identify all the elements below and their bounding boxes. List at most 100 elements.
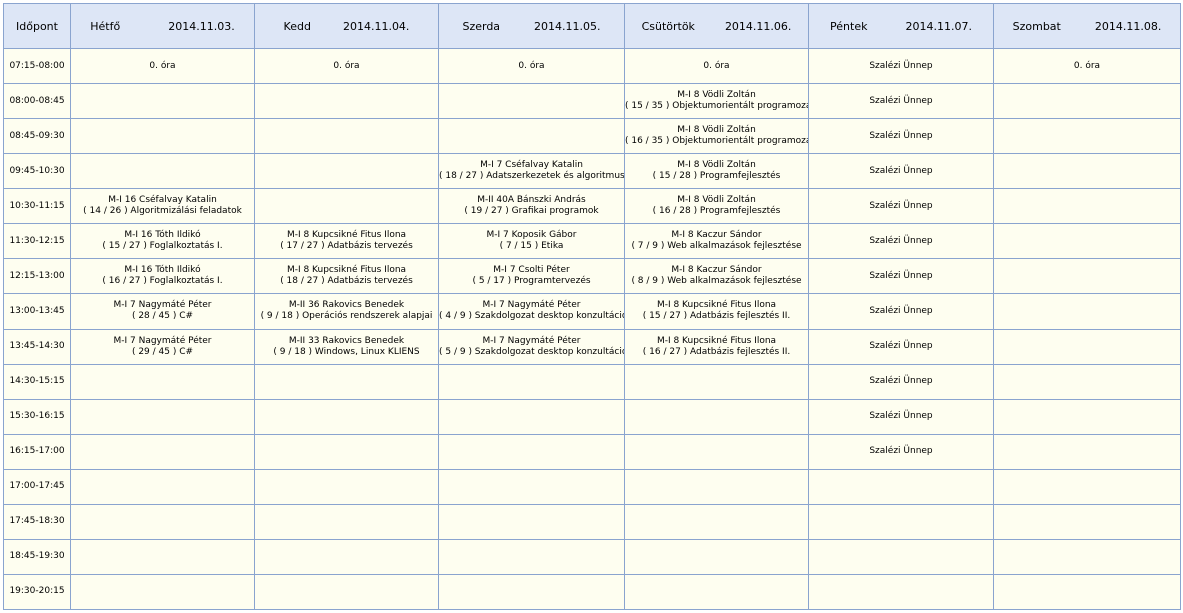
lesson-cell[interactable]: M-I 16 Tóth Ildikó( 15 / 27 ) Foglalkozt… xyxy=(70,223,255,260)
lesson-cell[interactable] xyxy=(993,258,1181,295)
lesson-cell[interactable] xyxy=(624,468,809,505)
lesson-cell[interactable]: Szalézi Ünnep xyxy=(808,433,994,470)
lesson-cell[interactable] xyxy=(993,328,1181,365)
lesson-cell[interactable]: M-I 8 Vödli Zoltán( 16 / 35 ) Objektumor… xyxy=(624,118,809,155)
lesson-cell[interactable]: Szalézi Ünnep xyxy=(808,293,994,330)
lesson-cell[interactable] xyxy=(624,503,809,540)
lesson-cell[interactable]: M-I 8 Vödli Zoltán( 15 / 35 ) Objektumor… xyxy=(624,83,809,120)
lesson-cell[interactable]: M-I 8 Kaczur Sándor( 8 / 9 ) Web alkalma… xyxy=(624,258,809,295)
lesson-cell[interactable]: Szalézi Ünnep xyxy=(808,83,994,120)
time-slot-row: 17:00-17:45 xyxy=(3,468,1181,505)
lesson-cell[interactable] xyxy=(993,468,1181,505)
lesson-cell[interactable] xyxy=(438,573,625,611)
lesson-cell[interactable]: Szalézi Ünnep xyxy=(808,153,994,190)
lesson-cell[interactable] xyxy=(993,573,1181,611)
lesson-cell[interactable]: M-I 8 Kupcsikné Fitus Ilona( 16 / 27 ) A… xyxy=(624,328,809,365)
lesson-cell[interactable]: Szalézi Ünnep xyxy=(808,328,994,365)
lesson-cell[interactable] xyxy=(254,468,439,505)
lesson-cell[interactable]: M-I 7 Nagymáté Péter( 5 / 9 ) Szakdolgoz… xyxy=(438,328,625,365)
lesson-cell[interactable] xyxy=(438,503,625,540)
lesson-cell[interactable] xyxy=(808,468,994,505)
lesson-cell[interactable] xyxy=(993,223,1181,260)
lesson-subject: ( 9 / 18 ) Operációs rendszerek alapjai xyxy=(260,311,433,322)
lesson-cell[interactable] xyxy=(624,538,809,575)
lesson-cell[interactable] xyxy=(254,538,439,575)
lesson-cell[interactable] xyxy=(624,573,809,611)
lesson-cell[interactable] xyxy=(993,398,1181,435)
lesson-cell[interactable] xyxy=(254,573,439,611)
lesson-cell[interactable] xyxy=(254,118,439,155)
lesson-cell[interactable]: M-I 7 Nagymáté Péter( 29 / 45 ) C# xyxy=(70,328,255,365)
lesson-cell[interactable] xyxy=(438,433,625,470)
lesson-cell[interactable] xyxy=(70,573,255,611)
lesson-cell[interactable] xyxy=(70,503,255,540)
lesson-cell[interactable] xyxy=(993,363,1181,400)
lesson-cell[interactable] xyxy=(70,468,255,505)
lesson-cell[interactable] xyxy=(70,363,255,400)
time-slot-row: 11:30-12:15 M-I 16 Tóth Ildikó( 15 / 27 )… xyxy=(3,223,1181,260)
lesson-cell[interactable]: M-II 40A Bánszki András( 19 / 27 ) Grafi… xyxy=(438,188,625,225)
lesson-cell[interactable]: M-I 7 Koposik Gábor( 7 / 15 ) Etika xyxy=(438,223,625,260)
lesson-cell[interactable] xyxy=(70,118,255,155)
lesson-cell[interactable] xyxy=(70,83,255,120)
lesson-cell[interactable]: M-I 7 Nagymáté Péter( 4 / 9 ) Szakdolgoz… xyxy=(438,293,625,330)
lesson-cell[interactable]: Szalézi Ünnep xyxy=(808,47,994,85)
lesson-cell[interactable] xyxy=(993,153,1181,190)
lesson-cell[interactable] xyxy=(70,153,255,190)
lesson-cell[interactable]: 0. óra xyxy=(438,47,625,85)
lesson-cell[interactable] xyxy=(993,118,1181,155)
lesson-cell[interactable]: M-I 8 Kaczur Sándor( 7 / 9 ) Web alkalma… xyxy=(624,223,809,260)
lesson-cell[interactable]: Szalézi Ünnep xyxy=(808,398,994,435)
lesson-cell[interactable] xyxy=(438,398,625,435)
lesson-cell[interactable]: M-I 8 Vödli Zoltán( 16 / 28 ) Programfej… xyxy=(624,188,809,225)
lesson-cell[interactable] xyxy=(70,398,255,435)
lesson-cell[interactable]: M-I 8 Kupcsikné Fitus Ilona( 15 / 27 ) A… xyxy=(624,293,809,330)
lesson-cell[interactable]: Szalézi Ünnep xyxy=(808,223,994,260)
lesson-cell[interactable]: M-I 16 Cséfalvay Katalin( 14 / 26 ) Algo… xyxy=(70,188,255,225)
lesson-cell[interactable]: M-I 7 Cséfalvay Katalin( 18 / 27 ) Adats… xyxy=(438,153,625,190)
lesson-cell[interactable]: 0. óra xyxy=(993,47,1181,85)
lesson-cell[interactable]: M-I 16 Tóth Ildikó( 16 / 27 ) Foglalkozt… xyxy=(70,258,255,295)
lesson-cell[interactable] xyxy=(993,433,1181,470)
lesson-cell[interactable]: 0. óra xyxy=(254,47,439,85)
lesson-cell[interactable]: M-I 8 Kupcsikné Fitus Ilona( 17 / 27 ) A… xyxy=(254,223,439,260)
lesson-title: Szalézi Ünnep xyxy=(869,411,933,422)
lesson-cell[interactable]: M-I 8 Kupcsikné Fitus Ilona( 18 / 27 ) A… xyxy=(254,258,439,295)
lesson-cell[interactable] xyxy=(808,503,994,540)
lesson-cell[interactable] xyxy=(254,363,439,400)
lesson-cell[interactable] xyxy=(624,398,809,435)
lesson-cell[interactable] xyxy=(254,153,439,190)
lesson-cell[interactable] xyxy=(438,538,625,575)
lesson-cell[interactable]: M-I 7 Csolti Péter( 5 / 17 ) Programterv… xyxy=(438,258,625,295)
lesson-cell[interactable] xyxy=(254,503,439,540)
lesson-cell[interactable]: M-I 8 Vödli Zoltán( 15 / 28 ) Programfej… xyxy=(624,153,809,190)
lesson-cell[interactable]: Szalézi Ünnep xyxy=(808,363,994,400)
lesson-cell[interactable] xyxy=(624,363,809,400)
lesson-cell[interactable]: M-II 33 Rakovics Benedek( 9 / 18 ) Windo… xyxy=(254,328,439,365)
lesson-cell[interactable] xyxy=(70,538,255,575)
lesson-cell[interactable] xyxy=(993,188,1181,225)
lesson-cell[interactable] xyxy=(254,83,439,120)
lesson-cell[interactable]: Szalézi Ünnep xyxy=(808,258,994,295)
lesson-cell[interactable] xyxy=(438,363,625,400)
lesson-cell[interactable] xyxy=(438,83,625,120)
lesson-cell[interactable] xyxy=(993,538,1181,575)
lesson-cell[interactable] xyxy=(438,468,625,505)
lesson-cell[interactable] xyxy=(808,538,994,575)
lesson-cell[interactable] xyxy=(254,398,439,435)
lesson-cell[interactable] xyxy=(993,503,1181,540)
lesson-cell[interactable] xyxy=(993,293,1181,330)
lesson-cell[interactable] xyxy=(993,83,1181,120)
lesson-cell[interactable] xyxy=(438,118,625,155)
lesson-cell[interactable]: Szalézi Ünnep xyxy=(808,118,994,155)
lesson-cell[interactable]: M-II 36 Rakovics Benedek( 9 / 18 ) Operá… xyxy=(254,293,439,330)
lesson-cell[interactable] xyxy=(808,573,994,611)
lesson-cell[interactable]: 0. óra xyxy=(70,47,255,85)
lesson-cell[interactable]: 0. óra xyxy=(624,47,809,85)
lesson-cell[interactable] xyxy=(70,433,255,470)
lesson-cell[interactable]: Szalézi Ünnep xyxy=(808,188,994,225)
lesson-cell[interactable] xyxy=(254,188,439,225)
lesson-cell[interactable]: M-I 7 Nagymáté Péter( 28 / 45 ) C# xyxy=(70,293,255,330)
lesson-cell[interactable] xyxy=(624,433,809,470)
lesson-cell[interactable] xyxy=(254,433,439,470)
